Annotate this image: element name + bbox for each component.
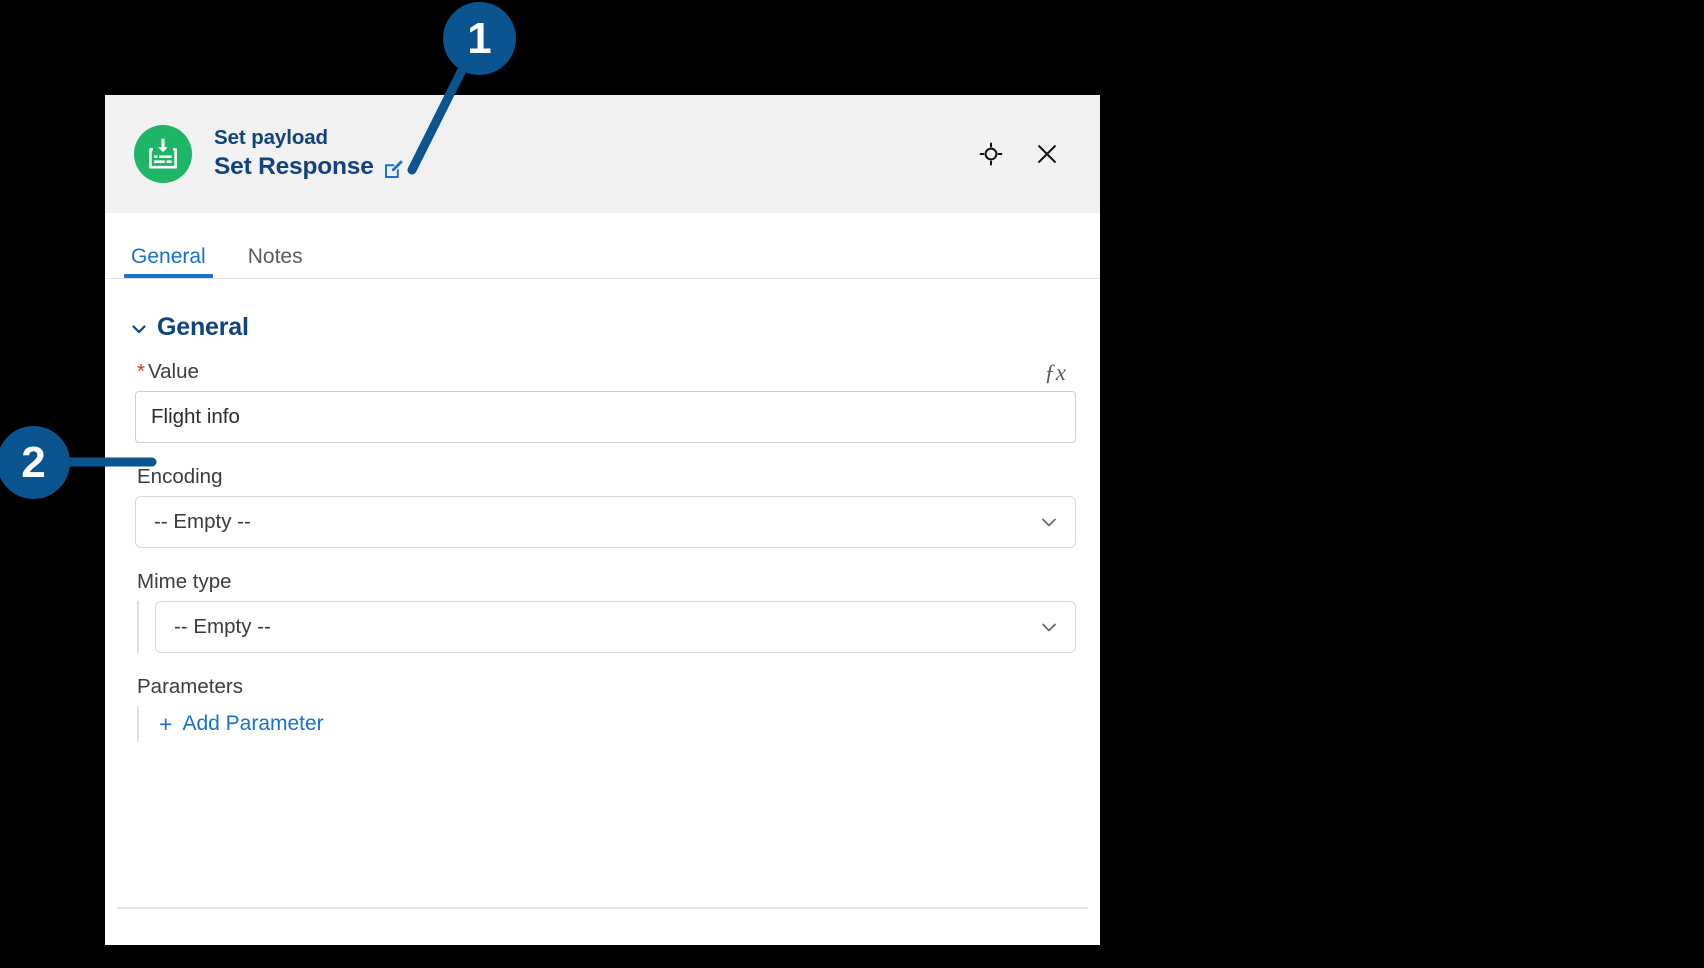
node-properties-panel: Set payload Set Response General Notes G… bbox=[105, 95, 1100, 945]
field-mime-type: Mime type -- Empty -- bbox=[129, 570, 1076, 653]
node-type-label: Set payload bbox=[214, 126, 328, 150]
tab-notes[interactable]: Notes bbox=[244, 246, 307, 278]
field-value-label-row: * Value ƒx bbox=[135, 360, 1076, 391]
section-general-header[interactable]: General bbox=[129, 313, 1076, 342]
node-name-label: Set Response bbox=[214, 153, 374, 180]
encoding-select[interactable]: -- Empty -- bbox=[135, 496, 1076, 548]
callout-badge-1: 1 bbox=[443, 2, 516, 75]
required-asterisk: * bbox=[137, 359, 145, 383]
chevron-down-icon bbox=[129, 319, 149, 339]
close-x-icon[interactable] bbox=[1032, 139, 1062, 169]
mime-type-selected-value: -- Empty -- bbox=[174, 615, 271, 638]
field-encoding-label-row: Encoding bbox=[135, 465, 1076, 496]
set-payload-icon bbox=[134, 125, 192, 183]
parameters-rail: + Add Parameter bbox=[137, 706, 1076, 742]
panel-footer-divider bbox=[117, 907, 1088, 909]
field-mime-type-label: Mime type bbox=[137, 570, 232, 593]
chevron-down-icon bbox=[1037, 615, 1061, 639]
panel-body: General * Value ƒx Encoding -- Empty -- bbox=[105, 279, 1100, 945]
field-value-label: Value bbox=[147, 360, 199, 383]
panel-header: Set payload Set Response bbox=[105, 95, 1100, 213]
focus-crosshair-icon[interactable] bbox=[976, 139, 1006, 169]
mime-type-rail: -- Empty -- bbox=[137, 601, 1076, 653]
add-parameter-button[interactable]: + Add Parameter bbox=[155, 706, 328, 742]
callout-badge-2: 2 bbox=[0, 426, 70, 499]
field-encoding-label: Encoding bbox=[137, 465, 223, 488]
field-encoding: Encoding -- Empty -- bbox=[129, 465, 1076, 548]
encoding-selected-value: -- Empty -- bbox=[154, 510, 251, 533]
value-input[interactable] bbox=[135, 391, 1076, 443]
field-mime-type-label-row: Mime type bbox=[135, 570, 1076, 601]
header-titles: Set payload Set Response bbox=[214, 125, 405, 182]
section-title: General bbox=[157, 313, 249, 341]
chevron-down-icon bbox=[1037, 510, 1061, 534]
field-parameters-label-row: Parameters bbox=[135, 675, 1076, 706]
edit-pencil-icon[interactable] bbox=[383, 158, 405, 180]
tab-general[interactable]: General bbox=[124, 246, 213, 278]
plus-icon: + bbox=[159, 710, 173, 737]
add-parameter-label: Add Parameter bbox=[182, 712, 324, 735]
formula-fx-icon[interactable]: ƒx bbox=[1044, 361, 1074, 384]
field-value: * Value ƒx bbox=[129, 360, 1076, 443]
field-parameters: Parameters + Add Parameter bbox=[129, 675, 1076, 742]
panel-tabs: General Notes bbox=[105, 213, 1100, 279]
mime-type-select[interactable]: -- Empty -- bbox=[155, 601, 1076, 653]
node-name-row: Set Response bbox=[214, 152, 405, 183]
field-parameters-label: Parameters bbox=[137, 675, 243, 698]
header-actions bbox=[976, 139, 1078, 169]
